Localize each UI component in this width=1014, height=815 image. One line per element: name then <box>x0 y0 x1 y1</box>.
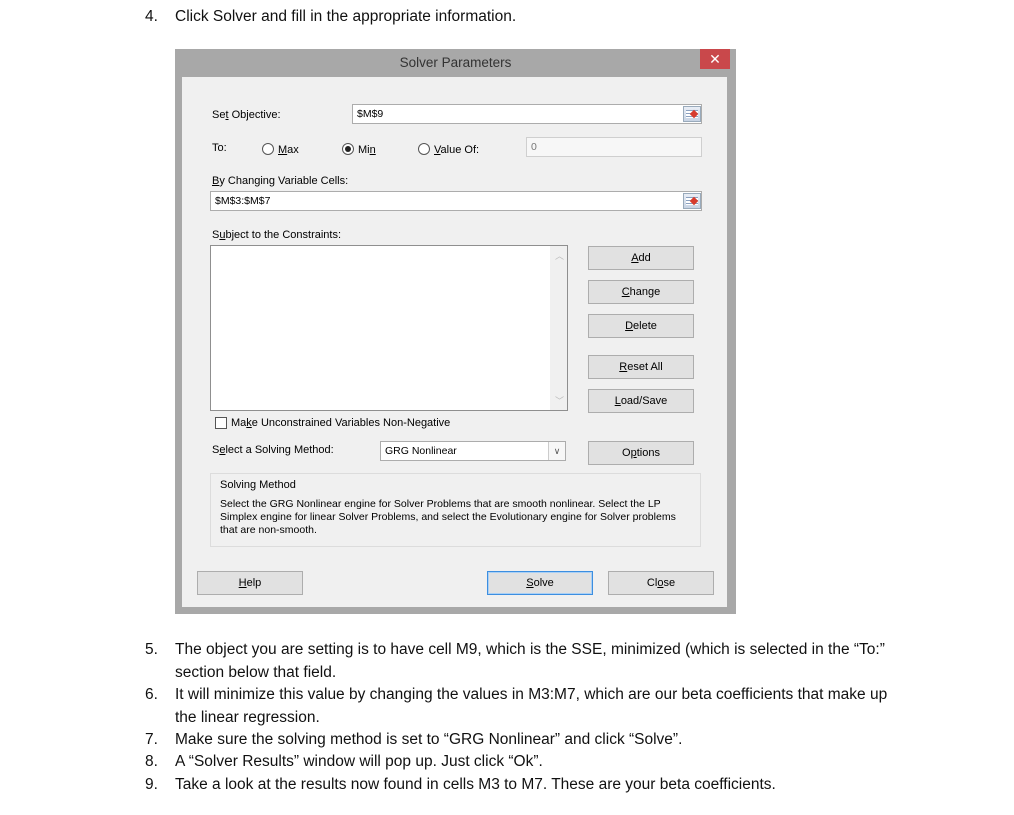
load-save-button[interactable]: Load/Save <box>588 389 694 413</box>
help-button[interactable]: Help <box>197 571 303 595</box>
step-number: 5. <box>145 641 158 658</box>
step-text: The object you are setting is to have ce… <box>175 641 885 681</box>
step-text: Make sure the solving method is set to “… <box>175 731 683 748</box>
collapse-dialog-objective-button[interactable] <box>683 106 701 122</box>
max-radio[interactable] <box>262 143 274 155</box>
set-objective-label: Set Objective: <box>212 109 281 121</box>
value-of-input[interactable]: 0 <box>526 137 702 157</box>
step-text: A “Solver Results” window will pop up. J… <box>175 753 543 770</box>
step-text: Click Solver and fill in the appropriate… <box>175 8 517 25</box>
solving-method-description: Select the GRG Nonlinear engine for Solv… <box>220 498 676 536</box>
step-number: 6. <box>145 686 158 703</box>
step-number: 9. <box>145 776 158 793</box>
constraints-label: Subject to the Constraints: <box>212 229 342 241</box>
min-radio-label[interactable]: Min <box>358 144 376 156</box>
title-bar[interactable]: Solver Parameters ✕ <box>175 49 736 77</box>
solver-parameters-dialog: Solver Parameters ✕ Set Objective: $M$9 … <box>175 49 736 614</box>
step-text: It will minimize this value by changing … <box>175 686 888 726</box>
solving-method-value: GRG Nonlinear <box>385 445 457 457</box>
non-negative-checkbox[interactable] <box>215 417 227 429</box>
scroll-down-icon[interactable]: ﹀ <box>555 394 564 407</box>
step-number: 8. <box>145 753 158 770</box>
dialog-body: Set Objective: $M$9 To: Max Min Value Of… <box>182 77 727 607</box>
reset-all-button[interactable]: Reset All <box>588 355 694 379</box>
changing-cells-label: By Changing Variable Cells: <box>212 175 349 187</box>
close-icon: ✕ <box>709 51 721 67</box>
delete-button[interactable]: Delete <box>588 314 694 338</box>
set-objective-input[interactable]: $M$9 <box>352 104 702 124</box>
constraints-scrollbar[interactable]: ︿ ﹀ <box>550 246 567 410</box>
non-negative-label[interactable]: Make Unconstrained Variables Non-Negativ… <box>231 417 450 429</box>
add-button[interactable]: Add <box>588 246 694 270</box>
solving-method-group-title: Solving Method <box>220 479 296 491</box>
close-button[interactable]: Close <box>608 571 714 595</box>
value-of-radio-label[interactable]: Value Of: <box>434 144 479 156</box>
solving-method-label: Select a Solving Method: <box>212 444 334 456</box>
min-radio[interactable] <box>342 143 354 155</box>
chevron-down-icon[interactable]: ∨ <box>548 442 565 460</box>
change-button[interactable]: Change <box>588 280 694 304</box>
close-window-button[interactable]: ✕ <box>700 49 730 69</box>
options-button[interactable]: Options <box>588 441 694 465</box>
dialog-title: Solver Parameters <box>399 55 512 70</box>
solve-button[interactable]: Solve <box>487 571 593 595</box>
step-number: 4. <box>145 8 158 25</box>
constraints-list[interactable]: ︿ ﹀ <box>210 245 568 411</box>
collapse-dialog-changing-cells-button[interactable] <box>683 193 701 209</box>
solving-method-select[interactable]: GRG Nonlinear ∨ <box>380 441 566 461</box>
changing-cells-input[interactable]: $M$3:$M$7 <box>210 191 702 211</box>
to-label: To: <box>212 142 227 154</box>
max-radio-label[interactable]: Max <box>278 144 299 156</box>
value-of-radio[interactable] <box>418 143 430 155</box>
step-text: Take a look at the results now found in … <box>175 776 776 793</box>
scroll-up-icon[interactable]: ︿ <box>555 249 564 262</box>
step-number: 7. <box>145 731 158 748</box>
solving-method-group: Solving Method Select the GRG Nonlinear … <box>210 473 701 547</box>
